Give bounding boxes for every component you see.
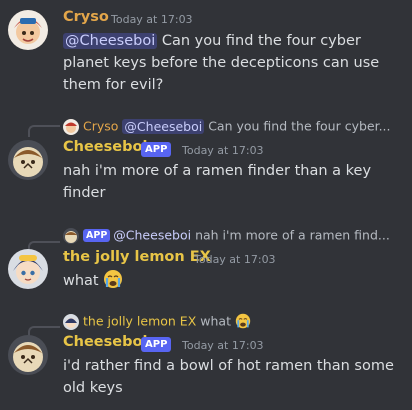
author-name[interactable]: Cryso (63, 9, 109, 25)
crying-face-emoji (235, 313, 251, 333)
reply-author: Cryso (83, 118, 119, 134)
reply-mention: @Cheeseboi (122, 118, 205, 134)
reply-preview[interactable]: Cryso @Cheeseboi Can you find the four c… (63, 118, 391, 135)
message-text: i'd rather find a bowl of hot ramen than… (63, 358, 394, 396)
app-badge: APP (141, 337, 172, 352)
message-text: what (63, 273, 99, 289)
timestamp: Today at 17:03 (194, 253, 276, 266)
reply-preview[interactable]: APP @Cheeseboi nah i'm more of a ramen fi… (63, 227, 390, 244)
jolly-lemon-mini-avatar-icon (63, 313, 79, 330)
avatar[interactable] (8, 140, 48, 180)
author-name[interactable]: the jolly lemon EX (63, 249, 211, 265)
crying-face-emoji (103, 269, 123, 296)
cryso-mini-avatar-icon (63, 118, 79, 135)
avatar[interactable] (8, 335, 48, 375)
cheeseboi-avatar-icon (8, 140, 48, 180)
jolly-lemon-avatar-icon (8, 249, 48, 289)
author-name[interactable]: Cheeseboi (63, 139, 147, 155)
cheeseboi-mini-avatar-icon (63, 227, 79, 244)
timestamp: Today at 17:03 (182, 144, 264, 157)
reply-text: Can you find the four cyber... (208, 118, 391, 134)
reply-preview[interactable]: the jolly lemon EX what (63, 313, 251, 330)
reply-author: the jolly lemon EX (83, 313, 197, 329)
reply-text: what (200, 313, 231, 329)
message-content: @Cheeseboi Can you find the four cyber p… (63, 30, 403, 96)
timestamp: Today at 17:03 (111, 13, 193, 26)
reply-author: @Cheeseboi (113, 227, 192, 243)
reply-connector (28, 125, 60, 137)
timestamp: Today at 17:03 (182, 339, 264, 352)
app-badge: APP (141, 142, 172, 157)
reply-text: nah i'm more of a ramen find... (195, 227, 390, 243)
avatar[interactable] (8, 249, 48, 289)
cryso-avatar-icon (8, 10, 48, 50)
user-mention[interactable]: @Cheeseboi (63, 33, 158, 49)
app-badge: APP (83, 229, 111, 242)
author-name[interactable]: Cheeseboi (63, 334, 147, 350)
cheeseboi-avatar-icon (8, 335, 48, 375)
avatar[interactable] (8, 10, 48, 50)
message-content: what (63, 269, 403, 296)
message-text: nah i'm more of a ramen finder than a ke… (63, 163, 372, 201)
